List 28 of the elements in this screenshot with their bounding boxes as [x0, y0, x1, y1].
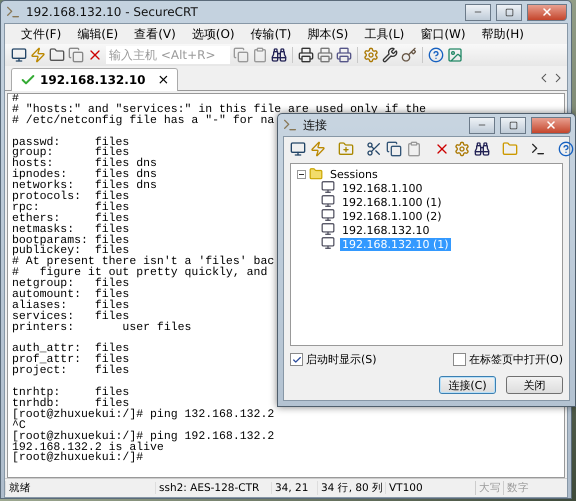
status-text: 34, 21	[271, 482, 317, 494]
terminal-line: aliases: files	[12, 300, 130, 312]
checkbox-label: 启动时显示(S)	[306, 352, 377, 367]
status-text: 34 行, 80 列	[317, 481, 385, 495]
terminal-line: [root@zhuxuekui:/]# ping 192.168.132.2	[12, 432, 274, 442]
terminal-line: netmasks: files	[12, 224, 130, 236]
terminal-line: tnrhdb: files	[12, 398, 130, 410]
terminal-line: services: files	[12, 312, 130, 323]
terminal-line: rpc: files	[12, 202, 130, 214]
terminal-line: project: files	[12, 366, 130, 378]
terminal-line: ethers: files	[12, 214, 130, 225]
terminal-line: automount: files	[12, 290, 130, 301]
terminal-line: [root@zhuxuekui:/]# ping 132.168.132.2	[12, 410, 274, 421]
window-title: 192.168.132.10 - SecureCRT	[26, 5, 199, 19]
terminal-line: # "hosts:" and "services:" in this file are used only if the	[12, 104, 426, 116]
status-text: 就绪	[5, 481, 155, 495]
terminal-line: # /etc/netconfig file has a "-" for na	[12, 116, 274, 127]
terminal-line: ^C	[12, 420, 26, 432]
terminal-line: printers: user files	[12, 322, 192, 334]
status-indicator: 大写	[475, 481, 503, 495]
status-indicator: 数字	[503, 481, 531, 495]
status-text: VT100	[385, 482, 435, 494]
dialog-title: 连接	[303, 116, 328, 134]
status-text: ssh2: AES-128-CTR	[155, 482, 271, 494]
terminal-line: [root@zhuxuekui:/]#	[12, 453, 144, 464]
terminal-line: protocols: files	[12, 192, 130, 203]
terminal-line: tnrhtp: files	[12, 388, 130, 399]
checkbox-label: 在标签页中打开(O)	[468, 352, 563, 367]
